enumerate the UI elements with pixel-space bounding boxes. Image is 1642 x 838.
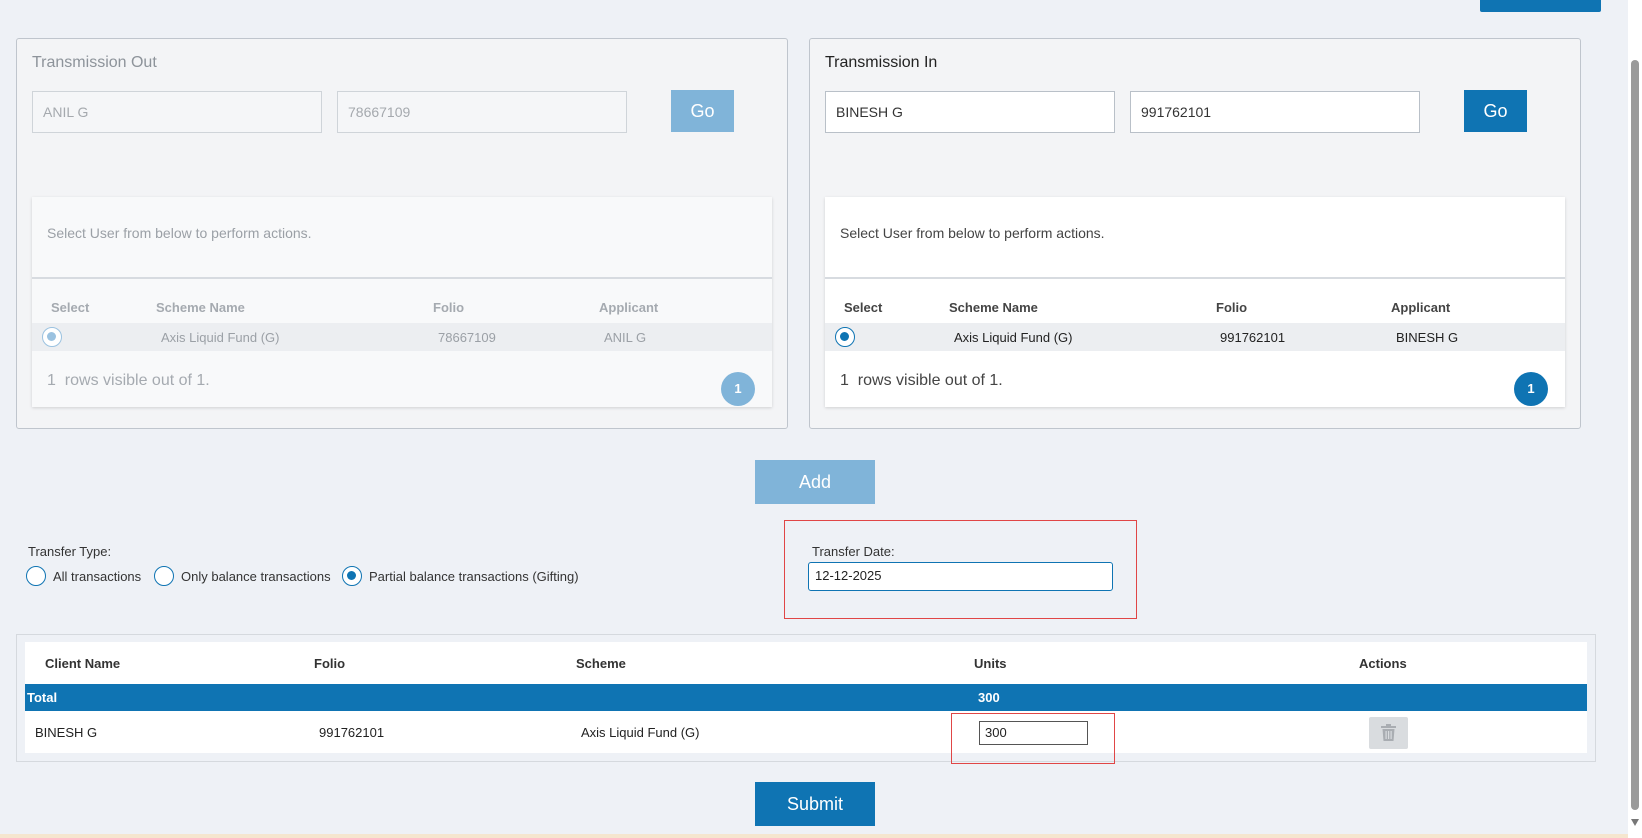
in-user-grid: Select User from below to perform action…	[825, 197, 1565, 407]
col-folio: Folio	[314, 656, 346, 671]
col-applicant: Applicant	[1391, 300, 1451, 315]
table-header: Client Name Folio Scheme Units Actions	[25, 642, 1587, 684]
out-go-button[interactable]: Go	[671, 90, 734, 132]
row-applicant: ANIL G	[604, 330, 647, 345]
option-label: All transactions	[53, 569, 142, 584]
option-label: Partial balance transactions (Gifting)	[369, 569, 579, 584]
transfer-date-label: Transfer Date:	[812, 544, 895, 559]
out-user-grid: Select User from below to perform action…	[32, 197, 772, 407]
row-folio: 991762101	[1220, 330, 1286, 345]
divider	[32, 277, 772, 279]
radio-button[interactable]	[26, 566, 46, 586]
row-select-radio[interactable]	[42, 327, 62, 347]
in-go-button[interactable]: Go	[1464, 90, 1527, 132]
row-scheme: Axis Liquid Fund (G)	[161, 330, 280, 345]
table-row: BINESH G 991762101 Axis Liquid Fund (G)	[25, 711, 1587, 753]
out-folio-field[interactable]: 78667109	[337, 91, 627, 133]
rows-info: 1 rows visible out of 1.	[47, 372, 210, 390]
transfer-type-label: Transfer Type:	[28, 544, 112, 559]
in-name-field[interactable]: BINESH G	[825, 91, 1115, 133]
total-row: Total 300	[25, 684, 1587, 711]
rows-count: 1	[840, 372, 849, 389]
in-folio-field[interactable]: 991762101	[1130, 91, 1420, 133]
col-client-name: Client Name	[45, 656, 121, 671]
scrollbar-thumb[interactable]	[1631, 60, 1639, 810]
col-units: Units	[974, 656, 1007, 671]
col-scheme-name: Scheme Name	[156, 300, 245, 315]
grid-message: Select User from below to perform action…	[47, 225, 312, 241]
row-scheme: Axis Liquid Fund (G)	[581, 725, 700, 740]
col-select: Select	[844, 300, 883, 315]
table-row[interactable]: Axis Liquid Fund (G) 991762101 BINESH G	[825, 323, 1565, 351]
bottom-strip	[0, 834, 1628, 838]
transmission-out-panel: Transmission Out ANIL G 78667109 Go Sele…	[16, 38, 788, 429]
rows-info-text: rows visible out of 1.	[64, 372, 210, 389]
col-folio: Folio	[1216, 300, 1248, 315]
row-client: BINESH G	[35, 725, 98, 740]
grid-message: Select User from below to perform action…	[840, 225, 1105, 241]
submit-button[interactable]: Submit	[755, 782, 875, 826]
vertical-scrollbar[interactable]	[1628, 0, 1642, 838]
page-number-button[interactable]: 1	[721, 372, 755, 406]
divider	[825, 277, 1565, 279]
row-folio: 78667109	[438, 330, 496, 345]
trash-icon	[1381, 724, 1396, 741]
top-action-button[interactable]	[1480, 0, 1601, 12]
col-actions: Actions	[1359, 656, 1407, 671]
col-folio: Folio	[433, 300, 465, 315]
out-name-field[interactable]: ANIL G	[32, 91, 322, 133]
rows-info-text: rows visible out of 1.	[857, 372, 1003, 389]
scroll-down-arrow-icon[interactable]	[1631, 819, 1639, 826]
add-button[interactable]: Add	[755, 460, 875, 504]
col-applicant: Applicant	[599, 300, 659, 315]
col-scheme: Scheme	[576, 656, 626, 671]
page-number-button[interactable]: 1	[1514, 372, 1548, 406]
panel-title: Transmission Out	[32, 54, 157, 71]
col-select: Select	[51, 300, 90, 315]
total-units: 300	[978, 690, 1000, 705]
radio-button[interactable]	[154, 566, 174, 586]
units-input[interactable]: 300	[979, 721, 1088, 745]
row-applicant: BINESH G	[1396, 330, 1459, 345]
rows-info: 1 rows visible out of 1.	[840, 372, 1003, 390]
row-folio: 991762101	[319, 725, 385, 740]
rows-count: 1	[47, 372, 56, 389]
delete-button[interactable]	[1369, 717, 1408, 749]
panel-title: Transmission In	[825, 54, 938, 71]
radio-button[interactable]	[342, 566, 362, 586]
row-select-radio[interactable]	[835, 327, 855, 347]
option-label: Only balance transactions	[181, 569, 331, 584]
transfer-date-input[interactable]: 12-12-2025	[808, 562, 1113, 591]
table-row[interactable]: Axis Liquid Fund (G) 78667109 ANIL G	[32, 323, 772, 351]
col-scheme-name: Scheme Name	[949, 300, 1038, 315]
row-scheme: Axis Liquid Fund (G)	[954, 330, 1073, 345]
total-label: Total	[27, 690, 58, 705]
transmission-in-panel: Transmission In BINESH G 991762101 Go Se…	[809, 38, 1581, 429]
